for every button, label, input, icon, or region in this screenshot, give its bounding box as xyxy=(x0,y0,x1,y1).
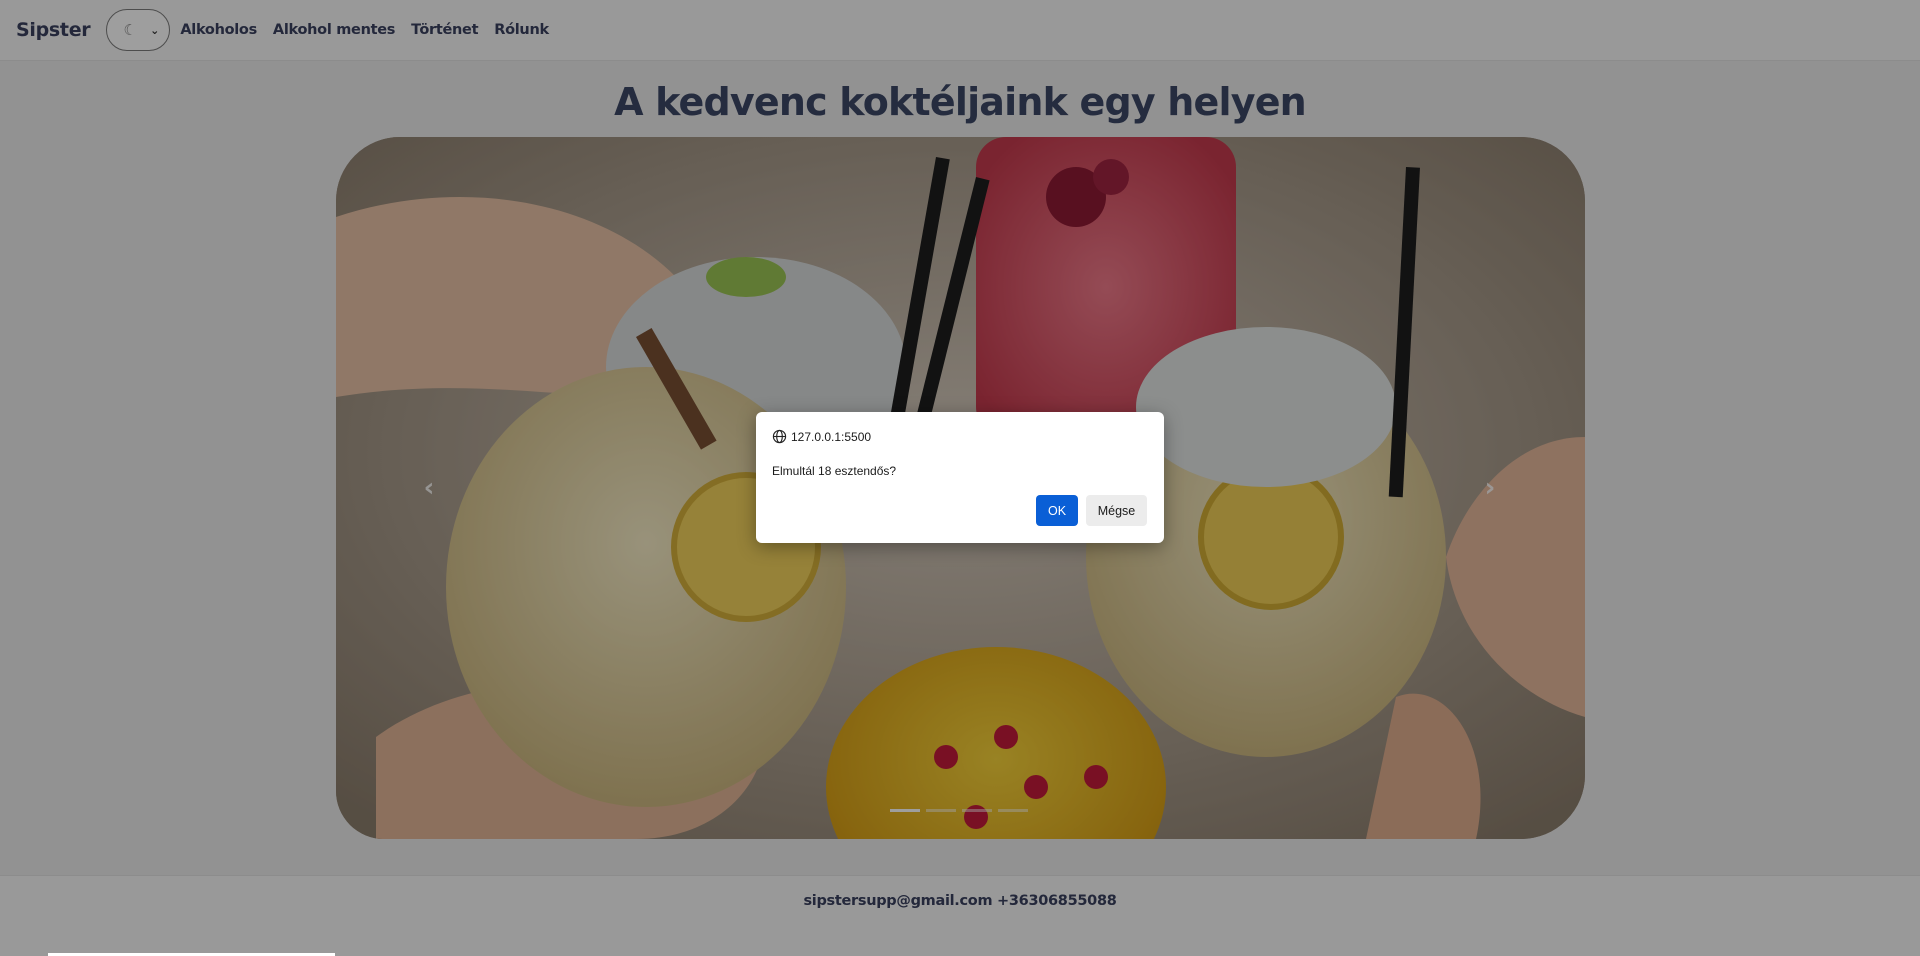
cancel-button[interactable]: Mégse xyxy=(1086,495,1147,526)
dialog-message: Elmultál 18 esztendős? xyxy=(772,464,897,478)
dialog-origin-text: 127.0.0.1:5500 xyxy=(791,429,872,444)
globe-icon xyxy=(772,429,787,444)
ok-button[interactable]: OK xyxy=(1036,495,1078,526)
dialog-origin: 127.0.0.1:5500 xyxy=(772,429,871,444)
confirm-dialog: 127.0.0.1:5500 Elmultál 18 esztendős? OK… xyxy=(756,412,1164,543)
